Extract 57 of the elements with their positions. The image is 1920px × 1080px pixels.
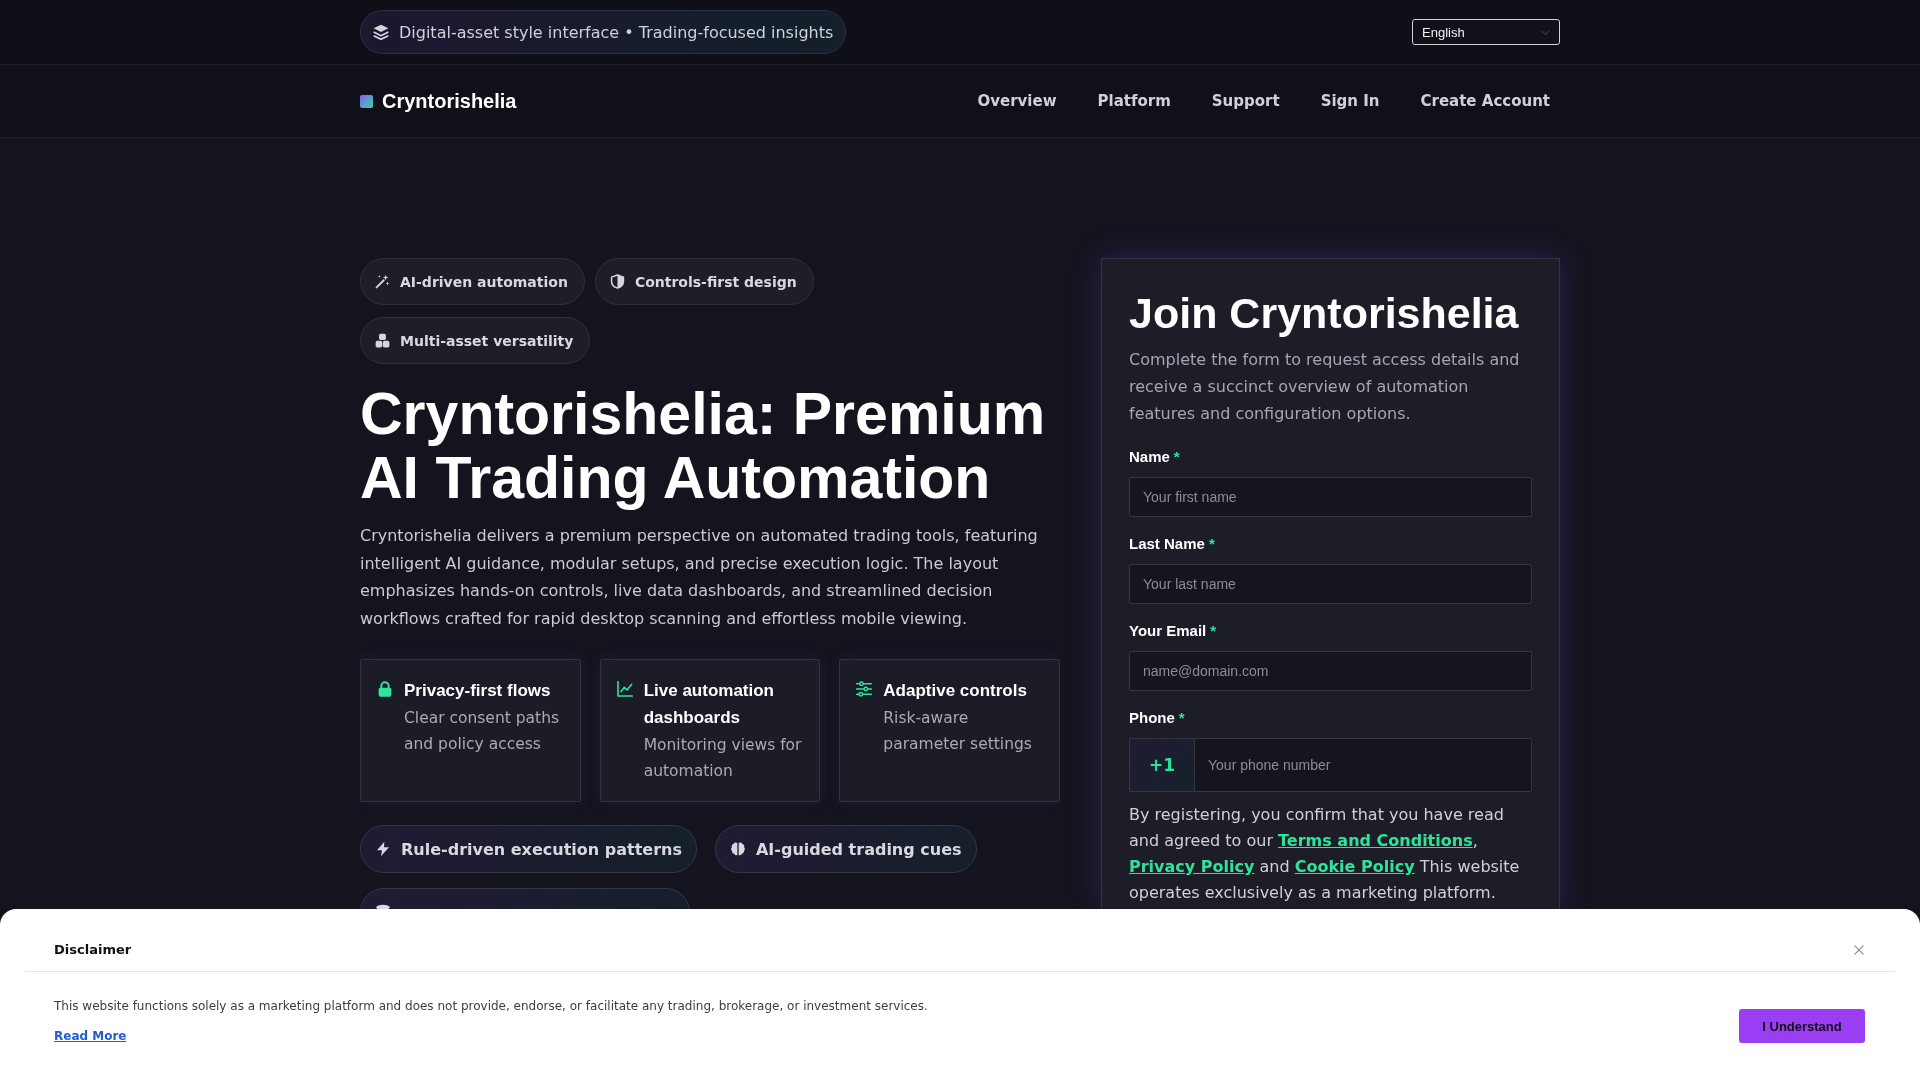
language-select[interactable]: English (1412, 19, 1560, 45)
field-label: Phone (1129, 708, 1175, 726)
hero-description: Cryntorishelia delivers a premium perspective on automated trading tools, featuring intelligent AI guidance, modular setups, and precise execution logic. The layout emphasizes hands-on controls, live data dashboards, and streamlined decision workflows crafted for rapid desktop scanning and effortless mobile viewing. (360, 525, 1039, 630)
consent-text: By registering, you confirm that you have read and agreed to our Terms and Conditions, Privacy Policy and Cookie Policy This website operates exclusively as a marketing platform. (1129, 804, 1521, 904)
text-input[interactable]: Your last name (1129, 564, 1532, 604)
understand-button[interactable]: I Understand (1739, 1009, 1865, 1043)
cookie-link[interactable]: Cookie Policy (1294, 857, 1415, 876)
field-label: Your Email (1129, 621, 1207, 639)
wand-sparkles-icon (375, 274, 390, 289)
close-button[interactable] (1852, 943, 1866, 957)
privacy-link[interactable]: Privacy Policy (1129, 857, 1255, 876)
required-mark: * (1178, 708, 1185, 726)
close-icon (1854, 945, 1864, 955)
disclaimer-title: Disclaimer (54, 941, 132, 959)
cubes-icon (375, 333, 390, 348)
feature-title: Privacy-first flows (404, 680, 552, 702)
chevron-down-icon (1541, 27, 1550, 37)
form-intro: Complete the form to request access details and receive a succinct overview of automation features and configuration options. (1129, 349, 1521, 425)
phone-input[interactable]: Your phone number (1194, 738, 1532, 792)
feature-text: Risk-aware parameter settings (883, 708, 1033, 755)
brain-icon (729, 841, 746, 857)
disclaimer-text: This website functions solely as a marketing platform and does not provide, endorse, or facilitate any trading, brokerage, or investment services. (54, 998, 928, 1015)
hero-title: Cryntorishelia: Premium AI Trading Automation (360, 382, 1047, 510)
tag-label: AI-driven automation (400, 273, 568, 290)
required-mark: * (1210, 621, 1217, 639)
sliders-icon (856, 681, 873, 697)
read-more-link[interactable]: Read More (54, 1027, 127, 1045)
tag-label: Controls-first design (634, 273, 797, 290)
nav-link[interactable]: Support (1211, 92, 1280, 110)
required-mark: * (1173, 447, 1180, 465)
feature-text: Monitoring views for automation (643, 735, 803, 782)
field-label: Last Name (1129, 534, 1205, 552)
lightning-icon (375, 841, 391, 857)
lock-icon (377, 681, 393, 697)
required-mark: * (1208, 534, 1215, 552)
email-input[interactable]: name@domain.com (1129, 651, 1532, 691)
field-label: Name (1129, 447, 1170, 465)
feature-title: Adaptive controls (883, 680, 1028, 702)
line-chart-icon (616, 681, 633, 697)
text-input[interactable]: Your first name (1129, 477, 1532, 517)
nav-link[interactable]: Create Account (1420, 92, 1550, 110)
nav-link[interactable]: Platform (1097, 92, 1171, 110)
layers-icon (373, 24, 389, 40)
nav-link[interactable]: Sign In (1320, 92, 1380, 110)
feature-title: Live automation dashboards (643, 680, 775, 729)
logo-icon (360, 94, 373, 108)
feature-text: Clear consent paths and policy access (404, 708, 561, 755)
brand-name: Cryntorishelia (382, 89, 517, 113)
shield-icon (609, 274, 625, 289)
terms-link[interactable]: Terms and Conditions (1278, 831, 1473, 850)
tag-label: Multi-asset versatility (400, 332, 574, 349)
pill-label: AI-guided trading cues (755, 839, 962, 859)
notice-text: Digital-asset style interface • Trading-focused insights (399, 22, 834, 42)
country-code: +1 (1129, 738, 1194, 792)
form-title: Join Cryntorishelia (1129, 288, 1520, 339)
nav-link[interactable]: Overview (977, 92, 1057, 110)
pill-label: Rule-driven execution patterns (401, 839, 682, 859)
